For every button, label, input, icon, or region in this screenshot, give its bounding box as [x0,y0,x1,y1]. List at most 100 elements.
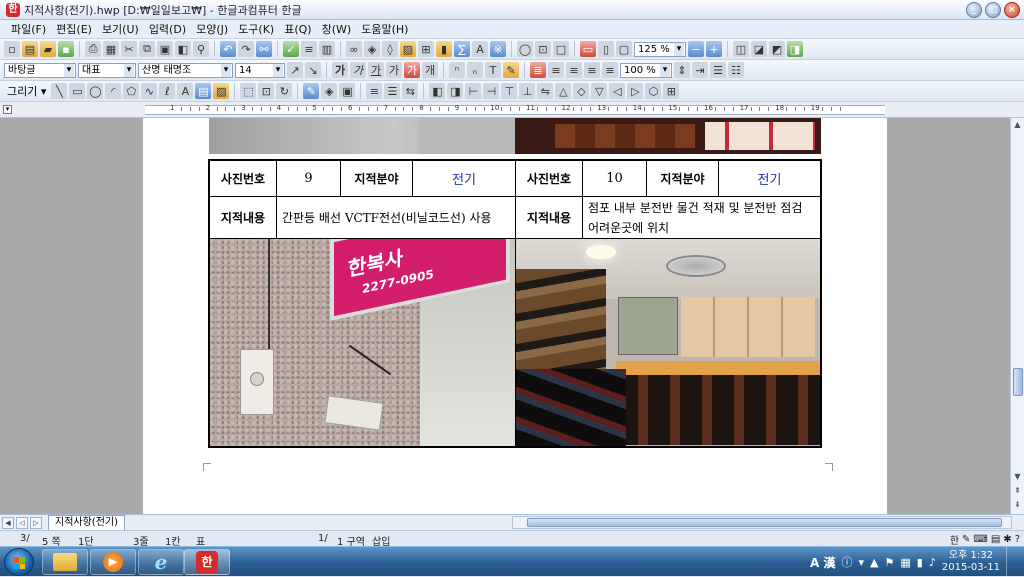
bookmark-icon[interactable]: ◈ [364,41,380,57]
shape-icon-3[interactable]: ◁ [609,83,626,99]
footnote-icon[interactable]: ◊ [382,41,398,57]
cut-icon[interactable]: ✂ [121,41,137,57]
object-icon[interactable]: ◯ [517,41,533,57]
line-style-icon[interactable]: ≡ [366,83,383,99]
normal-text-icon[interactable]: T [485,62,501,78]
strike-icon[interactable]: 가 [386,62,402,78]
presentation-icon[interactable]: ▭ [580,41,596,57]
ime-tools-icon[interactable]: ✱ [1003,534,1011,545]
group-icon[interactable]: ⊡ [258,83,275,99]
photo-no-right[interactable]: 10 [583,161,647,197]
copy-icon[interactable]: ⧉ [139,41,155,57]
link-icon[interactable]: ∞ [346,41,362,57]
style-select[interactable]: 바탕글 [4,62,76,78]
prev-page-icon[interactable]: ⇞ [1011,484,1024,498]
doc-tab[interactable]: 지적사항(전기) [48,515,126,530]
menu-format[interactable]: 모양(J) [191,21,233,37]
order-icon-1[interactable]: ◧ [429,83,446,99]
page-view-icon[interactable]: ▯ [598,41,614,57]
menu-insert[interactable]: 입력(D) [144,21,191,37]
scroll-up-icon[interactable]: ▲ [1011,118,1024,132]
ime-han-indicator[interactable]: 한 [950,532,959,547]
tab-prev-icon[interactable]: ◁ [16,516,28,529]
print-preview-icon[interactable]: ▦ [103,41,119,57]
highlight-icon[interactable]: ✎ [503,62,519,78]
superscript-icon[interactable]: ⁿ [449,62,465,78]
menu-help[interactable]: 도움말(H) [356,21,413,37]
numbered-list-icon[interactable]: ☰ [710,62,726,78]
content-right[interactable]: 점포 내부 분전반 물건 적재 및 분전반 점검 어려운곳에 위치 [583,197,820,239]
zoom-select[interactable]: 125 % [634,41,686,57]
shape-icon-4[interactable]: ▷ [627,83,644,99]
network-icon[interactable]: ▦ [900,556,910,569]
order-icon-2[interactable]: ◨ [447,83,464,99]
merge-icon[interactable]: ⊡ [535,41,551,57]
font-shrink-icon[interactable]: ↘ [305,62,321,78]
paste-icon[interactable]: ▣ [157,41,173,57]
polygon-icon[interactable]: ⬠ [123,83,140,99]
volume-icon[interactable]: ♪ [929,556,936,569]
menu-table[interactable]: 표(Q) [279,21,316,37]
char-scale-select[interactable]: 100 % [620,62,672,78]
picture-icon[interactable]: ▨ [400,41,416,57]
align-obj-icon-1[interactable]: ⊢ [465,83,482,99]
power-icon[interactable]: ▮ [917,556,923,569]
horizontal-ruler[interactable]: ▾ 1 2 3 4 5 6 7 8 9 10 11 12 13 14 15 16 17 18 19 [0,102,1024,118]
redo-icon[interactable]: ↷ [238,41,254,57]
line-width-icon[interactable]: ☰ [384,83,401,99]
taskbar-explorer[interactable] [42,549,88,575]
shadow-icon[interactable]: ▣ [339,83,356,99]
menu-file[interactable]: 파일(F) [6,21,51,37]
indent-icon[interactable]: ⇥ [692,62,708,78]
columns-icon[interactable]: ▥ [319,41,335,57]
line-icon[interactable]: ╲ [51,83,68,99]
italic-icon[interactable]: 가 [350,62,366,78]
new-template-icon[interactable]: ▤ [22,41,38,57]
view-icon-4[interactable]: ◨ [787,41,803,57]
tab-next-icon[interactable]: ▷ [30,516,42,529]
taskbar-internet-explorer[interactable]: e [138,549,184,575]
help-icon[interactable]: ⓘ [842,554,853,570]
triangle-icon[interactable]: △ [555,83,572,99]
undo-icon[interactable]: ↶ [220,41,236,57]
hwp-app-icon[interactable]: 한 [6,2,20,17]
grid-icon[interactable]: ⊞ [663,83,680,99]
shape-icon-5[interactable]: ⬡ [645,83,662,99]
symbol-icon[interactable]: ※ [490,41,506,57]
table-icon[interactable]: ⊞ [418,41,434,57]
rotate-icon[interactable]: ↻ [276,83,293,99]
format-copy-icon[interactable]: ◧ [175,41,191,57]
align-obj-icon-3[interactable]: ⊤ [501,83,518,99]
align-right-icon[interactable]: ≡ [584,62,600,78]
align-center-icon[interactable]: ≡ [566,62,582,78]
language-indicator[interactable]: A 漢 [810,554,835,571]
system-clock[interactable]: 오후 1:32 2015-03-11 [942,550,1000,574]
font-kind-select[interactable]: 대표 [78,62,136,78]
rectangle-icon[interactable]: ▭ [69,83,86,99]
next-page-icon[interactable]: ⇟ [1011,498,1024,512]
field-left[interactable]: 전기 [413,161,516,197]
view-icon-3[interactable]: ◩ [769,41,785,57]
ime-dict-icon[interactable]: ▤ [991,534,1000,545]
tab-first-icon[interactable]: ◀ [2,516,14,529]
curve-icon[interactable]: ∿ [141,83,158,99]
underline-icon[interactable]: 가 [368,62,384,78]
align-left-icon[interactable]: ≡ [548,62,564,78]
ime-mode-icon[interactable]: ✎ [962,534,970,545]
document-page[interactable]: 사진번호 9 지적분야 전기 지적내용 간판등 배선 VCTF전선(비닐코드선)… [143,118,887,514]
photo-10-distribution-panel[interactable] [516,239,820,446]
font-grow-icon[interactable]: ↗ [287,62,303,78]
bullet-list-icon[interactable]: ☷ [728,62,744,78]
insert-box-icon[interactable]: ▤ [195,83,212,99]
draw-menu[interactable]: 그리기 ▾ [4,83,49,99]
full-screen-icon[interactable]: ▢ [616,41,632,57]
taskbar-hwp[interactable]: 한 [184,549,230,575]
tray-expand-icon[interactable]: ▲ [870,556,878,569]
start-button[interactable] [4,548,34,576]
hscroll-thumb[interactable] [527,518,1002,527]
shade-icon[interactable]: 개 [422,62,438,78]
zoom-out-icon[interactable]: − [688,41,704,57]
ruler-tab-selector[interactable]: ▾ [3,105,12,114]
taskbar-media-player[interactable]: ▶ [90,549,136,575]
shape-icon-2[interactable]: ▽ [591,83,608,99]
